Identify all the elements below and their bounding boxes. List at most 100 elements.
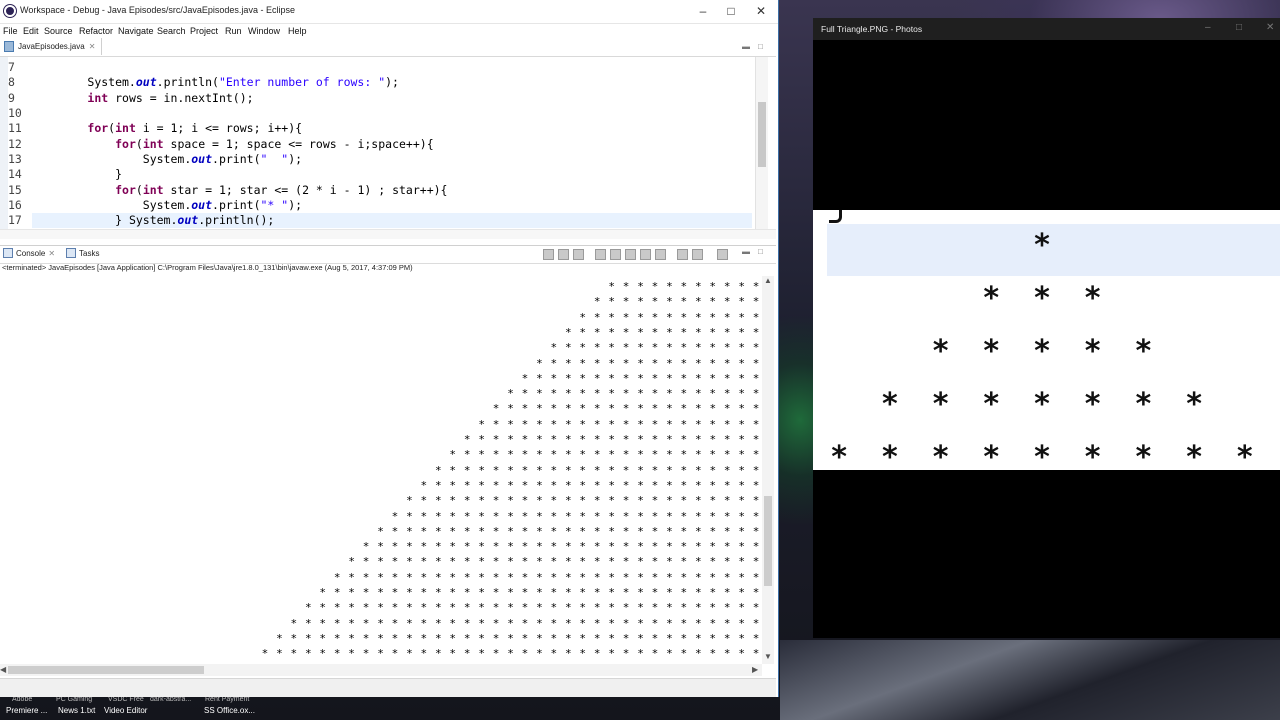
triangle-star: * (830, 440, 849, 475)
line-number: 13 (8, 152, 22, 166)
editor-ruler (0, 57, 8, 229)
eclipse-titlebar[interactable]: Workspace - Debug - Java Episodes/src/Ja… (0, 0, 778, 24)
console-toolbar: ▬ □ (540, 247, 770, 260)
triangle-star: * (1185, 387, 1204, 422)
console-output-line: * * * * * * * * * * * * * * * * * * * * … (304, 601, 760, 615)
desktop-icon-label[interactable]: dark-abstra... (150, 696, 191, 703)
display-console-icon[interactable] (692, 249, 703, 260)
status-bar (0, 678, 776, 697)
menu-help[interactable]: Help (288, 26, 307, 36)
triangle-star: * (1032, 440, 1052, 475)
console-horizontal-scrollbar[interactable]: ◀ ▶ (0, 664, 762, 676)
scrollbar-thumb[interactable] (758, 102, 766, 167)
line-number: 7 (8, 60, 15, 74)
tab-close-icon[interactable]: ✕ (48, 249, 55, 258)
close-icon[interactable]: ✕ (746, 3, 776, 19)
image-highlight-band (827, 224, 1280, 276)
scrollbar-thumb[interactable] (764, 496, 772, 586)
desktop-icon-label[interactable]: Rent Payment (205, 696, 249, 703)
menu-search[interactable]: Search (157, 26, 186, 36)
image-corner-mark (829, 210, 842, 223)
close-icon[interactable]: ✕ (1266, 22, 1274, 33)
menu-navigate[interactable]: Navigate (118, 26, 154, 36)
minimize-icon[interactable]: – (688, 3, 718, 19)
scroll-left-icon[interactable]: ◀ (0, 665, 6, 674)
triangle-star: * (931, 334, 950, 369)
line-number: 15 (8, 183, 22, 197)
console-output-line: * * * * * * * * * * * (608, 280, 760, 293)
remove-launch-icon[interactable] (558, 249, 569, 260)
scrollbar-thumb[interactable] (8, 666, 204, 674)
code-editor[interactable]: 7 8 9 10 11 12 13 14 15 16 17 System.out… (0, 57, 776, 229)
desktop-wallpaper-detail (780, 640, 1280, 720)
tab-javaepisodes[interactable]: JavaEpisodes.java ✕ (0, 38, 103, 55)
menu-refactor[interactable]: Refactor (79, 26, 113, 36)
tab-console[interactable]: Console ✕ (3, 248, 55, 258)
console-output-line: * * * * * * * * * * * * * * * * (536, 356, 760, 370)
minimize-pane-icon[interactable]: ▬ (742, 247, 750, 256)
menu-project[interactable]: Project (190, 26, 218, 36)
open-console-icon[interactable] (717, 249, 728, 260)
menu-window[interactable]: Window (248, 26, 280, 36)
scroll-down-icon[interactable]: ▼ (764, 652, 772, 661)
triangle-star: * (880, 387, 899, 422)
line-number: 9 (8, 91, 15, 105)
desktop-icon-label[interactable]: Adobe (12, 696, 32, 703)
triangle-star: * (880, 440, 899, 475)
scroll-right-icon[interactable]: ▶ (752, 665, 758, 674)
desktop-icon-label[interactable]: VSDC Free (108, 696, 144, 703)
clear-console-icon[interactable] (595, 249, 606, 260)
pin-console-icon[interactable] (677, 249, 688, 260)
line-number: 16 (8, 198, 22, 212)
console-vertical-scrollbar[interactable]: ▲ ▼ (762, 276, 774, 664)
terminate-icon[interactable] (543, 249, 554, 260)
menu-run[interactable]: Run (225, 26, 242, 36)
triangle-star: * (931, 440, 950, 475)
console-status-line: <terminated> JavaEpisodes [Java Applicat… (2, 263, 413, 272)
scroll-lock-icon[interactable] (610, 249, 621, 260)
desktop-icon-label[interactable]: Premiere ... (6, 706, 47, 715)
maximize-icon[interactable]: □ (716, 3, 746, 19)
scroll-up-icon[interactable]: ▲ (764, 276, 772, 285)
photos-window: Full Triangle.PNG - Photos – □ ✕ * * * * * * *… (813, 18, 1280, 638)
remove-all-icon[interactable] (573, 249, 584, 260)
maximize-pane-icon[interactable]: □ (758, 42, 763, 51)
minimize-pane-icon[interactable]: ▬ (742, 42, 750, 51)
console-output-line: * * * * * * * * * * * * (593, 295, 760, 309)
triangle-star: * (982, 440, 1001, 475)
triangle-star: * (1032, 387, 1052, 422)
console-output-line: * * * * * * * * * * * * * * * * * (521, 371, 760, 385)
triangle-star: * (982, 334, 1001, 369)
menu-edit[interactable]: Edit (23, 26, 39, 36)
desktop-icon-label[interactable]: Video Editor (104, 706, 147, 715)
code-line-17: } System.out.println(); (32, 213, 752, 228)
console-output-line: * * * * * * * * * * * * * * * * * * * * … (463, 433, 760, 446)
console-output[interactable]: * * * * * * * * * * * * * * * * * * * * *… (0, 276, 762, 664)
triangle-star: * (1185, 440, 1204, 475)
line-number: 12 (8, 137, 22, 151)
tab-tasks[interactable]: Tasks (66, 248, 99, 258)
triangle-star: * (1083, 440, 1102, 475)
triangle-star: * (1083, 387, 1102, 422)
menu-file[interactable]: File (3, 26, 18, 36)
code-line-9: int rows = in.nextInt(); (87, 91, 254, 105)
console-output-line: * * * * * * * * * * * * * * * * * * (507, 387, 760, 401)
code-line-16: System.out.print("* "); (142, 198, 303, 212)
maximize-pane-icon[interactable]: □ (758, 247, 763, 256)
show-on-error-icon[interactable] (655, 249, 666, 260)
tasks-icon (66, 248, 76, 258)
maximize-icon[interactable]: □ (1236, 22, 1242, 33)
show-on-output-icon[interactable] (640, 249, 651, 260)
desktop-icon-label[interactable]: SS Office.ox... (204, 706, 255, 715)
editor-horizontal-scrollbar[interactable] (0, 229, 776, 239)
editor-vertical-scrollbar[interactable] (755, 57, 768, 229)
word-wrap-icon[interactable] (625, 249, 636, 260)
desktop-icon-label[interactable]: PC Gaming (56, 696, 92, 703)
menu-source[interactable]: Source (44, 26, 73, 36)
console-output-line: * * * * * * * * * * * * * * * * * * * (492, 402, 760, 416)
photos-titlebar[interactable]: Full Triangle.PNG - Photos – □ ✕ (813, 18, 1280, 40)
minimize-icon[interactable]: – (1205, 22, 1211, 33)
tab-close-icon[interactable]: ✕ (89, 42, 96, 51)
console-output-line: * * * * * * * * * * * * * * * * * * * * … (449, 448, 760, 462)
desktop-icon-label[interactable]: News 1.txt (58, 706, 95, 715)
